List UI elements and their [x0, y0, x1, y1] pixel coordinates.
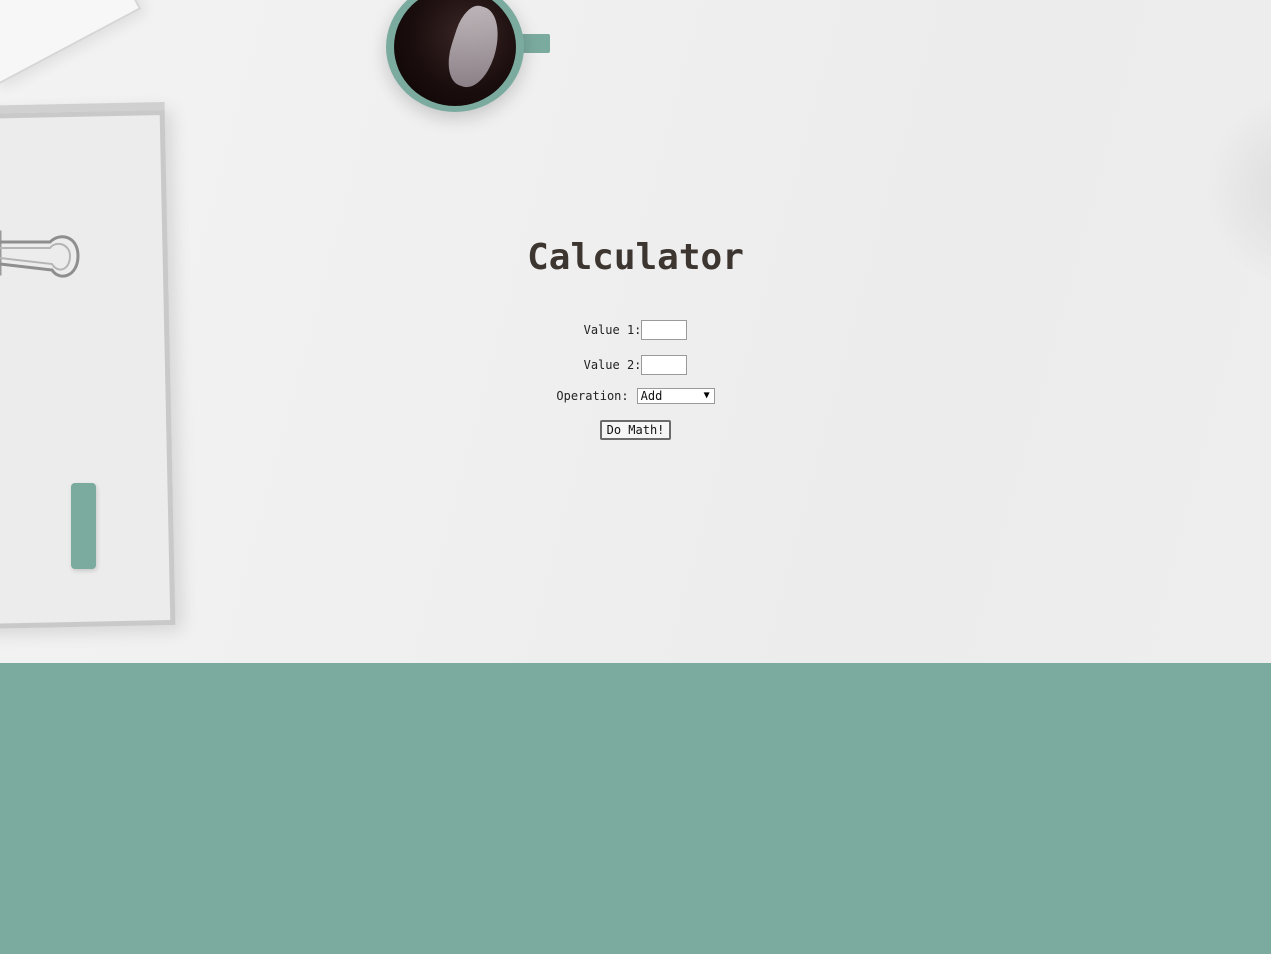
submit-row: Do Math!	[0, 420, 1271, 440]
coffee-decoration	[394, 0, 516, 106]
value1-label: Value 1:	[583, 323, 642, 337]
page-title: Calculator	[527, 237, 744, 278]
coffee-mug-decoration	[386, 0, 524, 112]
operation-label: Operation:	[556, 389, 629, 403]
value2-label: Value 2:	[583, 358, 642, 372]
calculator-form: Calculator Value 1: Value 2: Operation: …	[0, 230, 1271, 440]
do-math-button[interactable]: Do Math!	[599, 420, 672, 440]
hero-background: Calculator Value 1: Value 2: Operation: …	[0, 0, 1271, 663]
value1-input[interactable]	[641, 320, 688, 340]
footer-band	[0, 663, 1271, 954]
eraser-decoration	[71, 483, 96, 569]
coffee-reflection-decoration	[440, 1, 508, 93]
laptop-corner-decoration	[0, 0, 142, 86]
value2-input[interactable]	[641, 355, 688, 375]
operation-row: Operation: Add ▼	[0, 387, 1271, 405]
value2-row: Value 2:	[0, 354, 1271, 376]
operation-select[interactable]: Add ▼	[636, 388, 715, 404]
value1-row: Value 1:	[0, 319, 1271, 341]
dropdown-arrow-icon: ▼	[703, 390, 710, 401]
operation-selected-value: Add	[640, 389, 663, 403]
